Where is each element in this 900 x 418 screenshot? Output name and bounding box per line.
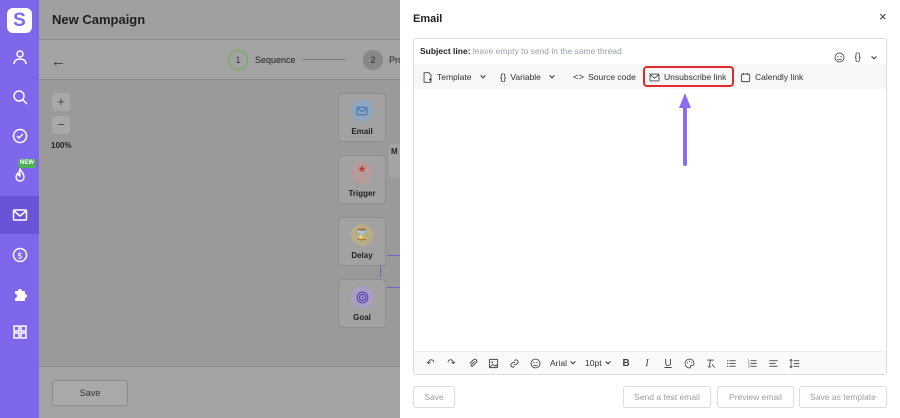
email-body-input[interactable] [414, 89, 886, 351]
template-label: Template [437, 72, 472, 82]
back-arrow-icon[interactable]: ← [51, 53, 66, 70]
calendly-link-button[interactable]: Calendly link [740, 68, 803, 86]
save-button[interactable]: Save [413, 386, 455, 408]
attachment-icon[interactable] [462, 355, 483, 371]
modal-title: Email [413, 13, 443, 25]
modal-footer: Save Send a test email Preview email Sav… [400, 384, 900, 410]
clear-format-icon[interactable] [700, 355, 721, 371]
underline-icon[interactable]: U [658, 355, 679, 371]
app-logo[interactable]: S [7, 8, 32, 33]
check-circle-icon [12, 128, 27, 144]
align-icon[interactable] [763, 355, 784, 371]
mail-icon [12, 209, 27, 221]
template-icon [423, 71, 432, 83]
zoom-level: 100% [51, 141, 72, 150]
font-size-select[interactable]: 10pt [581, 358, 616, 368]
bold-icon[interactable]: B [616, 355, 637, 371]
editor-toolbar: Template {} Variable <> Source code Unsu… [414, 64, 886, 89]
subject-line-field[interactable]: Subject line: leave empty to send in the… [414, 39, 886, 64]
node-label: Goal [353, 313, 371, 322]
flow-connector [387, 255, 400, 256]
user-icon [12, 50, 27, 65]
link-icon[interactable] [504, 355, 525, 371]
node-trigger[interactable]: * Trigger [338, 155, 386, 204]
save-as-template-button[interactable]: Save as template [799, 386, 887, 408]
sidebar-item-deals[interactable]: $ [0, 236, 39, 274]
emoji-icon[interactable] [525, 355, 546, 371]
sidebar-item-search[interactable] [0, 78, 39, 116]
zoom-in-button[interactable]: + [52, 93, 70, 111]
sidebar-item-dashboard[interactable] [0, 313, 39, 351]
flow-connector [380, 265, 381, 277]
new-badge: NEW [18, 159, 36, 168]
subject-label: Subject line: [420, 46, 471, 56]
braces-icon: {} [500, 71, 507, 83]
chevron-down-icon [570, 361, 576, 365]
svg-text:$: $ [17, 252, 23, 262]
sidebar-item-campaigns[interactable] [0, 196, 39, 234]
source-code-label: Source code [588, 72, 636, 82]
mail-icon [351, 100, 373, 122]
chevron-down-icon [479, 75, 486, 79]
send-test-email-button[interactable]: Send a test email [623, 386, 711, 408]
image-icon[interactable] [483, 355, 504, 371]
fire-icon [14, 168, 25, 182]
target-icon [351, 286, 373, 308]
zoom-out-button[interactable]: − [52, 116, 70, 134]
chevron-down-icon [604, 361, 611, 365]
preview-email-button[interactable]: Preview email [717, 386, 794, 408]
variable-button[interactable]: {} Variable [500, 68, 556, 86]
node-label: Email [351, 127, 373, 136]
node-label: Trigger [348, 189, 376, 198]
node-email[interactable]: Email [338, 93, 386, 142]
page-title: New Campaign [52, 12, 146, 27]
format-toolbar: ↶ ↷ Arial 10pt B I U 1 2 3 [414, 351, 886, 374]
italic-icon[interactable]: I [637, 355, 658, 371]
emoji-icon[interactable] [834, 52, 845, 63]
step-1-label[interactable]: Sequence [255, 55, 296, 65]
sidebar-item-contacts[interactable] [0, 38, 39, 76]
flow-connector [387, 287, 400, 288]
asterisk-icon: * [351, 162, 373, 184]
template-button[interactable]: Template [422, 68, 487, 86]
redo-icon[interactable]: ↷ [441, 355, 462, 371]
step-2-circle[interactable]: 2 [363, 50, 383, 70]
calendly-label: Calendly link [755, 72, 804, 82]
font-size-value: 10pt [585, 358, 602, 368]
email-editor: Subject line: leave empty to send in the… [413, 38, 887, 375]
variable-label: Variable [510, 72, 541, 82]
chevron-down-icon [549, 75, 555, 79]
font-family-select[interactable]: Arial [546, 358, 581, 368]
search-icon [12, 90, 28, 105]
grid-icon [12, 325, 27, 339]
node-delay[interactable]: ⌛ Delay [338, 217, 386, 266]
code-icon: <> [573, 71, 585, 83]
annotation-arrow-icon [679, 93, 691, 166]
sidebar: S NEW $ [0, 0, 39, 418]
svg-text:3: 3 [747, 364, 749, 368]
puzzle-icon [14, 289, 27, 301]
hourglass-icon: ⌛ [351, 224, 373, 246]
numbered-list-icon[interactable]: 123 [742, 355, 763, 371]
email-modal: Email × Subject line: leave empty to sen… [400, 0, 900, 418]
sidebar-item-integrations[interactable] [0, 275, 39, 313]
save-campaign-button[interactable]: Save [52, 380, 128, 406]
line-height-icon[interactable] [784, 355, 805, 371]
undo-icon[interactable]: ↶ [420, 355, 441, 371]
close-icon[interactable]: × [879, 9, 887, 24]
step-1-circle[interactable]: 1 [228, 50, 248, 70]
sidebar-item-tasks[interactable] [0, 117, 39, 155]
node-goal[interactable]: Goal [338, 279, 386, 328]
node-label: Delay [351, 251, 373, 260]
font-family-value: Arial [550, 358, 568, 368]
step-connector [302, 59, 346, 60]
text-color-icon[interactable] [679, 355, 700, 371]
source-code-button[interactable]: <> Source code [573, 68, 636, 86]
dollar-icon: $ [12, 247, 27, 263]
unsubscribe-highlight-box [643, 66, 734, 87]
bulleted-list-icon[interactable] [721, 355, 742, 371]
subject-placeholder: leave empty to send in the same thread [472, 46, 622, 56]
chevron-down-icon[interactable] [870, 54, 878, 62]
calendar-icon [740, 72, 751, 82]
